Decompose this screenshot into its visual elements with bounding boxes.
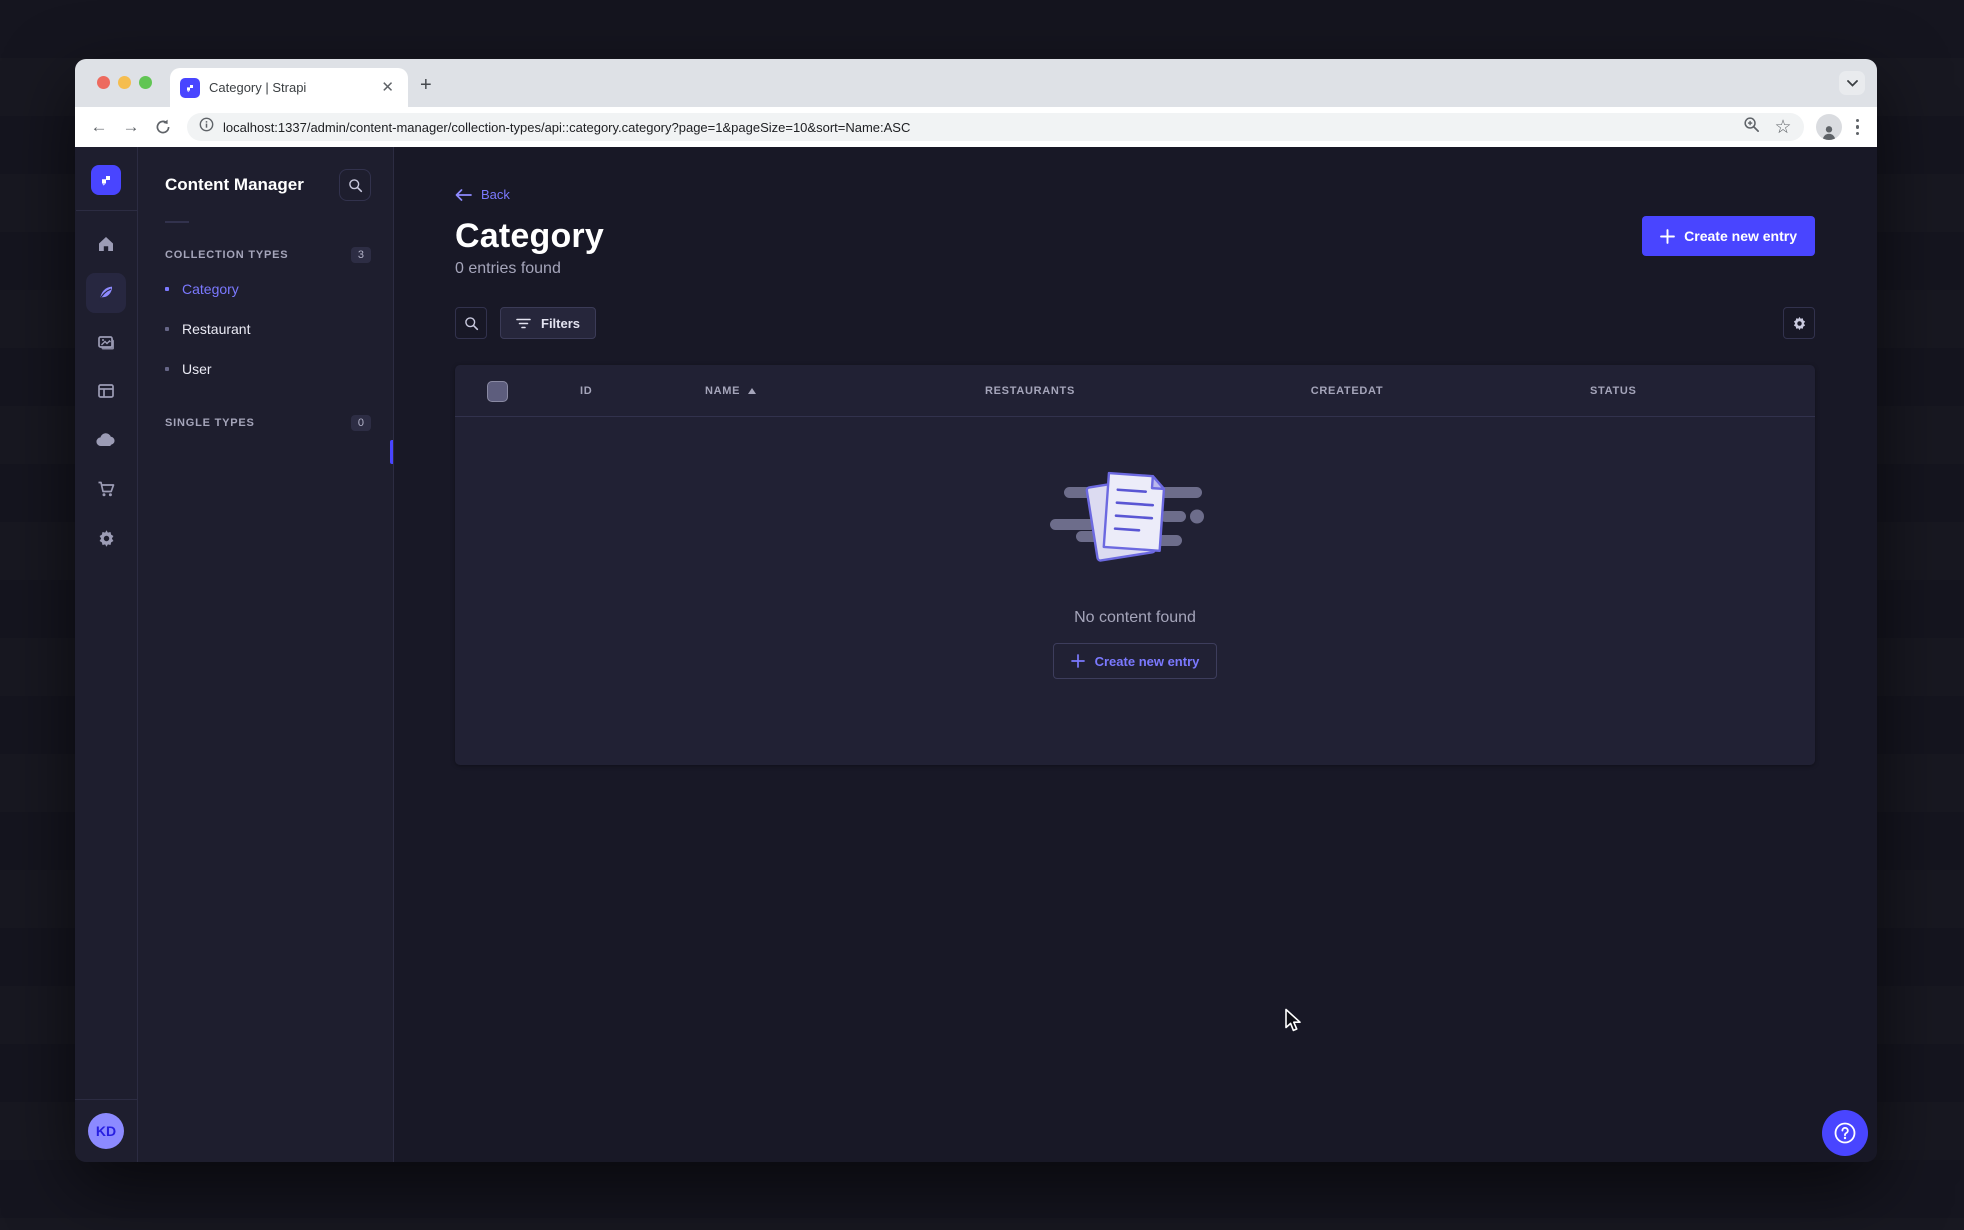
rail-divider [75, 210, 137, 211]
sidebar-title: Content Manager [165, 175, 304, 194]
bullet-icon [165, 327, 169, 331]
search-entries-button[interactable] [455, 307, 487, 339]
bookmark-star-icon[interactable]: ☆ [1774, 118, 1791, 137]
entries-table: ID NAME RESTAURANTS CREATEDAT STATUS No … [455, 365, 1815, 765]
maximize-window-button[interactable] [139, 76, 152, 89]
empty-state-message: No content found [1074, 609, 1196, 626]
back-arrow-icon[interactable]: ← [87, 115, 111, 139]
browser-profile-icon[interactable] [1815, 114, 1842, 140]
sort-ascending-icon [748, 387, 757, 394]
rail-divider [75, 1099, 138, 1100]
omnibox-actions: ☆ [1743, 116, 1792, 138]
sidebar-divider [165, 221, 189, 223]
desktop: Category | Strapi ✕ + ← → localhost:1337… [0, 0, 1964, 1230]
nav-content-type-builder-icon[interactable] [86, 371, 126, 411]
sidebar-item-user[interactable]: User [165, 349, 371, 389]
nav-content-manager-icon[interactable] [86, 273, 126, 313]
browser-window: Category | Strapi ✕ + ← → localhost:1337… [75, 59, 1877, 1162]
tab-close-icon[interactable]: ✕ [377, 78, 398, 97]
browser-menu-icon[interactable] [1850, 118, 1866, 136]
new-tab-button[interactable]: + [420, 75, 432, 95]
bullet-icon [165, 287, 169, 291]
search-icon [464, 316, 478, 330]
filter-icon [516, 318, 531, 328]
page-title: Category [455, 216, 604, 255]
browser-url-bar: ← → localhost:1337/admin/content-manager… [75, 107, 1877, 147]
nav-settings-gear-icon[interactable] [86, 518, 126, 558]
bullet-icon [165, 367, 169, 371]
rail-bottom: KD [75, 1099, 138, 1162]
nav-marketplace-cart-icon[interactable] [86, 469, 126, 509]
content-manager-sidebar: Content Manager COLLECTION TYPES 3 Categ… [138, 147, 394, 1162]
column-header-id[interactable]: ID [580, 385, 592, 397]
nav-home-icon[interactable] [86, 224, 126, 264]
forward-arrow-icon[interactable]: → [119, 115, 143, 139]
collection-types-list: Category Restaurant User [165, 269, 371, 389]
help-button[interactable] [1822, 1110, 1868, 1156]
user-avatar[interactable]: KD [88, 1113, 124, 1149]
main-content: Back Category Create new entry 0 entries… [394, 147, 1877, 1162]
url-text[interactable]: localhost:1337/admin/content-manager/col… [223, 120, 1734, 135]
sidebar-search-button[interactable] [339, 169, 371, 201]
tab-title: Category | Strapi [209, 80, 307, 95]
sidebar-item-category[interactable]: Category [165, 269, 371, 309]
empty-create-new-entry-button[interactable]: Create new entry [1052, 643, 1218, 679]
strapi-favicon-icon [180, 77, 200, 98]
empty-state: No content found Create new entry [455, 461, 1815, 679]
column-header-status[interactable]: STATUS [1590, 385, 1637, 397]
single-types-count-badge: 0 [350, 415, 371, 431]
create-new-entry-button[interactable]: Create new entry [1642, 216, 1815, 256]
sidebar-item-restaurant[interactable]: Restaurant [165, 309, 371, 349]
collection-types-count-badge: 3 [350, 247, 371, 263]
active-item-indicator [390, 440, 393, 464]
column-header-createdat[interactable]: CREATEDAT [1267, 385, 1427, 397]
question-mark-icon [1834, 1122, 1856, 1144]
zoom-icon[interactable] [1743, 116, 1760, 138]
nav-rail: KD [75, 147, 138, 1162]
view-settings-button[interactable] [1783, 307, 1815, 339]
window-controls [97, 76, 152, 89]
list-toolbar: Filters [455, 307, 1815, 339]
no-content-illustration [1050, 471, 1204, 562]
nav-media-library-icon[interactable] [86, 322, 126, 362]
page-info-icon[interactable] [199, 117, 214, 137]
column-header-name[interactable]: NAME [705, 385, 757, 397]
minimize-window-button[interactable] [118, 76, 131, 89]
collection-types-label: COLLECTION TYPES [165, 249, 289, 261]
tab-search-chevron-icon[interactable] [1839, 71, 1865, 95]
entries-count: 0 entries found [455, 260, 561, 277]
gear-icon [1793, 316, 1805, 330]
strapi-admin: KD Content Manager COLLECTION TYPES 3 Ca… [75, 147, 1877, 1162]
reload-icon[interactable] [151, 115, 175, 139]
table-header-row: ID NAME RESTAURANTS CREATEDAT STATUS [455, 365, 1815, 417]
filters-button[interactable]: Filters [500, 307, 597, 339]
column-header-restaurants[interactable]: RESTAURANTS [945, 385, 1115, 397]
select-all-checkbox[interactable] [487, 381, 508, 402]
single-types-label: SINGLE TYPES [165, 417, 255, 429]
nav-cloud-icon[interactable] [86, 420, 126, 460]
strapi-logo-icon[interactable] [91, 165, 121, 195]
back-arrow-icon [455, 188, 472, 201]
plus-icon [1070, 654, 1085, 668]
close-window-button[interactable] [97, 76, 110, 89]
back-link[interactable]: Back [455, 187, 1815, 202]
address-bar[interactable]: localhost:1337/admin/content-manager/col… [187, 113, 1804, 141]
browser-tab-bar: Category | Strapi ✕ + [75, 59, 1877, 107]
plus-icon [1660, 228, 1676, 244]
browser-tab[interactable]: Category | Strapi ✕ [170, 68, 408, 107]
